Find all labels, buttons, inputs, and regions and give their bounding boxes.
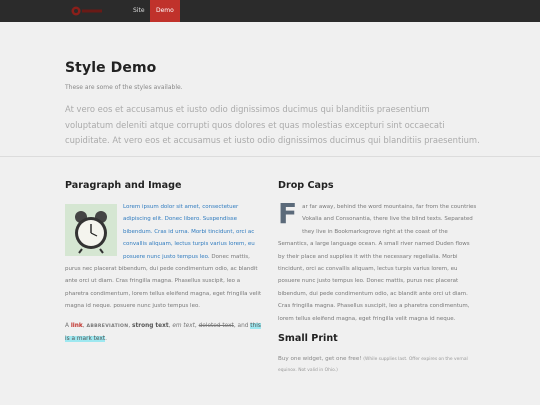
drop-caps-section: Drop Caps Far far away, behind the word … (278, 180, 478, 376)
page-subtitle: These are some of the styles available. (65, 84, 183, 91)
drop-caps-text: ar far away, behind the word mountains, … (278, 204, 477, 322)
sample-em-text: em text (172, 322, 195, 329)
alarm-clock-icon (65, 204, 117, 256)
section-divider (0, 156, 540, 157)
inline-suffix: . (105, 336, 107, 343)
drop-cap-letter: F (278, 197, 298, 230)
paragraph-highlight-text: Lorem ipsum dolor sit amet, consectetuer… (123, 204, 255, 260)
site-logo[interactable] (70, 5, 104, 17)
paragraph-and-image-section: Paragraph and Image Lorem ipsum dolor si… (65, 180, 265, 345)
inline-sep: , and (233, 322, 251, 329)
nav-item-site[interactable]: Site (127, 0, 151, 22)
section-title-small-print: Small Print (278, 333, 338, 345)
small-print-text: Buy one widget, get one free! (While sup… (278, 354, 478, 376)
page-header: Style Demo These are some of the styles … (65, 60, 480, 149)
page-title: Style Demo (65, 60, 157, 76)
lead-paragraph: At vero eos et accusamus et iusto odio d… (65, 104, 480, 145)
paragraph-rest-text: Donec mattis, purus nec placerat bibendu… (65, 253, 262, 310)
drop-caps-body: Far far away, behind the word mountains,… (278, 197, 478, 325)
sample-strong-text: strong text (132, 322, 169, 329)
section-title-drop-caps: Drop Caps (278, 180, 334, 191)
paragraph-body: Lorem ipsum dolor sit amet, consectetuer… (65, 201, 265, 313)
inline-styles-line: A link, ABBREVIATION, strong text, em te… (65, 320, 265, 346)
section-title-paragraph: Paragraph and Image (65, 180, 182, 191)
nav-item-demo[interactable]: Demo (150, 0, 180, 22)
top-navbar: Site Demo (0, 0, 540, 22)
sample-abbreviation: ABBREVIATION (86, 323, 129, 329)
small-print-main: Buy one widget, get one free! (278, 356, 362, 363)
sample-deleted-text: deleted text (198, 322, 234, 329)
sample-link[interactable]: link (71, 323, 83, 329)
